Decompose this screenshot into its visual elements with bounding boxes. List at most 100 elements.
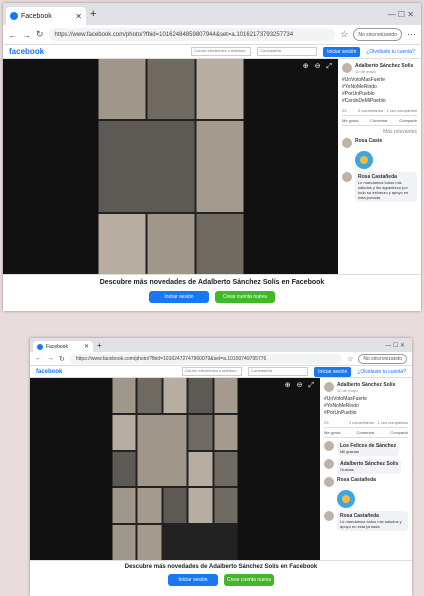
menu-icon[interactable]: ⋯ — [407, 29, 416, 40]
avatar[interactable] — [342, 138, 352, 148]
facebook-favicon-icon — [37, 343, 43, 350]
banner-login-button[interactable]: Iniciar sesión — [168, 574, 218, 586]
post-actions: Me gusta Comentar Compartir — [324, 430, 408, 438]
account-button[interactable]: No sincronizando — [358, 353, 407, 364]
back-icon[interactable]: ← — [35, 355, 42, 362]
collage-photo — [147, 214, 194, 274]
address-bar[interactable]: https://www.facebook.com/photo/?fbid=101… — [69, 353, 343, 364]
share-button[interactable]: Compartir — [390, 430, 408, 435]
facebook-header: facebook Correo electrónico o teléfono C… — [3, 45, 421, 59]
address-bar[interactable]: https://www.facebook.com/photo/?fbid=101… — [48, 28, 336, 41]
comment-bubble: Adalberto Sánchez Solís Gracias — [337, 459, 402, 474]
zoom-controls-icon[interactable]: ⊕ ⊖ ⤢ — [285, 381, 316, 390]
collage-photo — [214, 378, 238, 413]
close-tab-icon[interactable]: ✕ — [84, 343, 89, 350]
like-button[interactable]: Me gusta — [324, 430, 340, 435]
email-field[interactable]: Correo electrónico o teléfono — [182, 367, 243, 376]
tab-bar: Facebook ✕ + — ☐ ✕ — [3, 3, 421, 25]
facebook-favicon-icon — [10, 12, 18, 20]
photo-viewer[interactable]: ⊕ ⊖ ⤢ — [30, 378, 320, 560]
password-field[interactable]: Contraseña — [248, 367, 309, 376]
nav-bar: ← → ↻ https://www.facebook.com/photo/?fb… — [30, 352, 412, 366]
collage-photo — [98, 121, 194, 212]
forgot-account-link[interactable]: ¿Olvidaste tu cuenta? — [357, 369, 406, 375]
share-button[interactable]: Compartir — [399, 118, 417, 123]
nav-bar: ← → ↻ https://www.facebook.com/photo/?fb… — [3, 25, 421, 45]
email-field[interactable]: Correo electrónico o teléfono — [191, 47, 252, 56]
avatar[interactable] — [342, 172, 352, 182]
reaction-summary[interactable]: 23 3 comentarios · 1 vez compartido — [324, 420, 408, 428]
forward-icon[interactable]: → — [22, 30, 31, 40]
collage-photo — [163, 488, 187, 524]
new-tab-icon[interactable]: + — [97, 341, 102, 350]
collage-photo — [188, 488, 213, 524]
facebook-logo[interactable]: facebook — [36, 369, 62, 375]
tab-bar: Facebook ✕ + — ☐ ✕ — [30, 338, 412, 352]
post-time[interactable]: 10 de mayo — [355, 69, 413, 74]
reaction-summary[interactable]: 23 3 comentarios · 1 vez compartido — [342, 108, 417, 116]
avatar[interactable] — [342, 63, 352, 73]
collage-photo — [188, 378, 213, 413]
photo-collage — [98, 59, 243, 274]
tab-title: Facebook — [21, 12, 52, 20]
facebook-header: facebook Correo electrónico o teléfono C… — [30, 366, 412, 378]
collage-photo — [137, 378, 162, 413]
avatar[interactable] — [324, 459, 334, 469]
banner-title: Descubre más novedades de Adalberto Sánc… — [99, 279, 325, 286]
comment-button[interactable]: Comentar — [357, 430, 375, 435]
comment-author[interactable]: Rosa Castañeda — [337, 477, 376, 483]
collage-photo — [98, 59, 145, 119]
collage-photo — [98, 214, 145, 274]
create-account-button[interactable]: Crear cuenta nueva — [224, 574, 274, 586]
banner-login-button[interactable]: Iniciar sesión — [149, 291, 209, 303]
like-button[interactable]: Me gusta — [342, 118, 358, 123]
collage-photo — [137, 488, 162, 524]
comment-author[interactable]: Rosa Caste — [355, 138, 382, 144]
avatar[interactable] — [324, 441, 334, 451]
new-tab-icon[interactable]: + — [90, 8, 96, 20]
reload-icon[interactable]: ↻ — [36, 29, 44, 40]
window-controls[interactable]: — ☐ ✕ — [385, 342, 409, 349]
comment-button[interactable]: Comentar — [370, 118, 388, 123]
collage-photo — [214, 414, 238, 450]
comment-sort[interactable]: Más relevantes — [342, 129, 417, 135]
collage-photo — [214, 451, 238, 487]
collage-photo — [196, 59, 243, 119]
tab-title: Facebook — [46, 343, 68, 350]
browser-tab[interactable]: Facebook ✕ — [6, 7, 86, 25]
window-controls[interactable]: — ☐ ✕ — [388, 10, 418, 19]
collage-photo — [112, 488, 136, 524]
collage-photo — [214, 488, 238, 524]
login-button[interactable]: Iniciar sesión — [314, 366, 352, 377]
avatar[interactable] — [324, 477, 334, 487]
create-account-button[interactable]: Crear cuenta nueva — [215, 291, 275, 303]
star-icon[interactable]: ☆ — [347, 355, 353, 363]
sticker-image — [337, 490, 355, 508]
back-icon[interactable]: ← — [8, 30, 17, 40]
collage-photo — [112, 525, 136, 560]
post-actions: Me gusta Comentar Compartir — [342, 118, 417, 126]
avatar[interactable] — [324, 511, 334, 521]
password-field[interactable]: Contraseña — [257, 47, 318, 56]
signup-banner: Descubre más novedades de Adalberto Sánc… — [30, 560, 412, 596]
avatar[interactable] — [324, 382, 334, 392]
account-button[interactable]: No sincronizando — [353, 28, 402, 41]
signup-banner: Descubre más novedades de Adalberto Sánc… — [3, 274, 421, 311]
star-icon[interactable]: ☆ — [340, 29, 348, 40]
post-text: #UnVotoMasFuerte #YoNoMeRindo #PorUnPueb… — [342, 77, 386, 104]
browser-tab[interactable]: Facebook ✕ — [33, 341, 93, 352]
collage-photo — [137, 414, 187, 487]
photo-viewer[interactable]: ⊕ ⊖ ⤢ — [3, 59, 338, 274]
forward-icon[interactable]: → — [47, 355, 54, 362]
zoom-controls-icon[interactable]: ⊕ ⊖ ⤢ — [303, 62, 334, 71]
post-time[interactable]: 10 de mayo — [337, 388, 395, 393]
forgot-account-link[interactable]: ¿Olvidaste tu cuenta? — [366, 49, 415, 55]
comment-bubble: Rosa Castañeda Le mandamos todos mis sal… — [355, 172, 417, 202]
facebook-logo[interactable]: facebook — [9, 47, 44, 56]
close-tab-icon[interactable]: ✕ — [75, 12, 82, 21]
login-button[interactable]: Iniciar sesión — [323, 46, 361, 57]
browser-window-bottom: Facebook ✕ + — ☐ ✕ ← → ↻ https://www.fac… — [30, 338, 412, 596]
browser-window-top: Facebook ✕ + — ☐ ✕ ← → ↻ https://www.fac… — [3, 3, 421, 311]
reload-icon[interactable]: ↻ — [59, 355, 65, 363]
collage-photo — [112, 378, 136, 413]
